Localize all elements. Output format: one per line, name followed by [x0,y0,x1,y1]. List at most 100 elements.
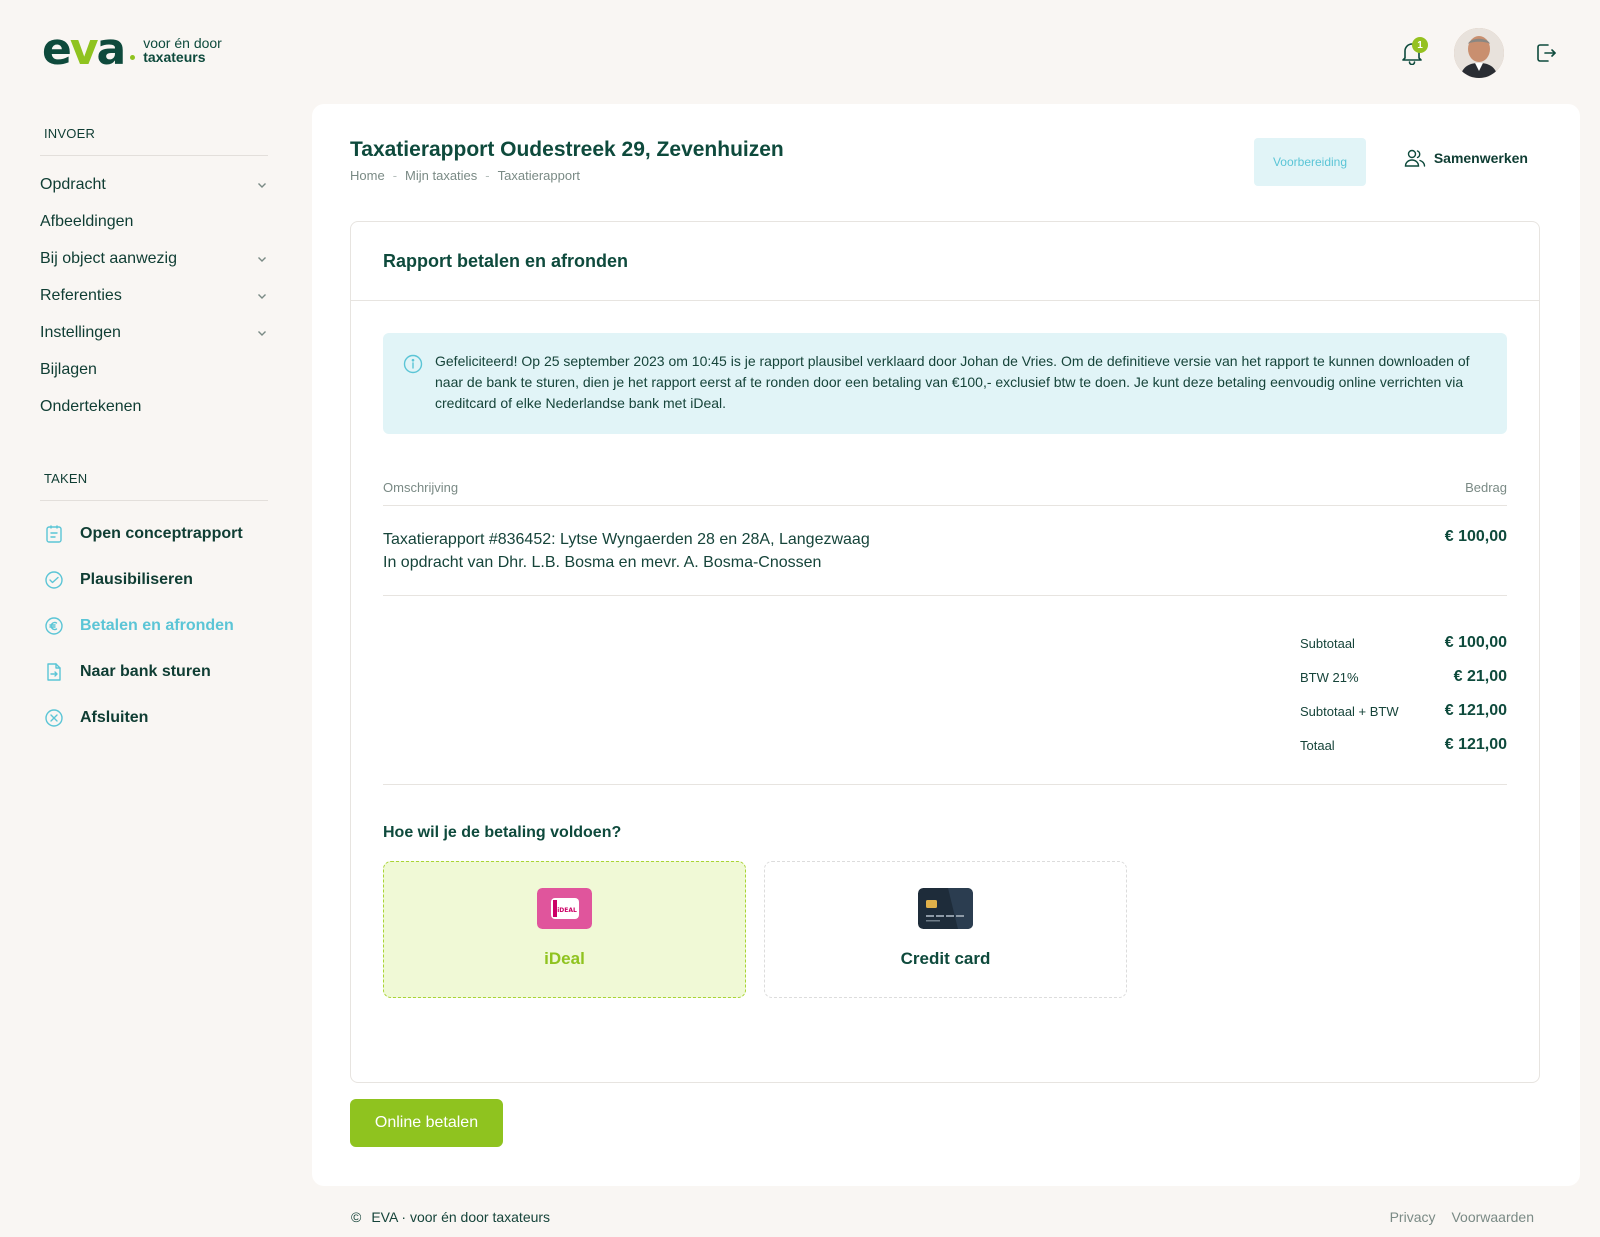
task-afsluiten[interactable]: Afsluiten [40,695,268,741]
breadcrumb-separator: - [392,168,398,183]
credit-card-icon [918,888,973,929]
task-plausibiliseren[interactable]: Plausibiliseren [40,557,268,603]
info-text: Gefeliciteerd! Op 25 september 2023 om 1… [435,353,1470,411]
sidebar-item-label: Opdracht [40,175,106,193]
sidebar: INVOER Opdracht Afbeeldingen Bij object … [40,120,268,741]
panel-title: Rapport betalen en afronden [351,222,1539,301]
payment-option-label: Credit card [900,949,991,968]
sidebar-item-label: Ondertekenen [40,397,142,415]
divider [383,784,1507,785]
logo-tagline: voor én door taxateurs [143,36,222,64]
main-content: Taxatierapport Oudestreek 29, Zevenhuize… [312,104,1580,1186]
total-value: € 121,00 [1444,702,1507,719]
task-betalen-en-afronden[interactable]: Betalen en afronden [40,603,268,649]
payment-option-label: iDeal [544,949,585,968]
sidebar-item-label: Afbeeldingen [40,212,134,230]
sidebar-item-label: Referenties [40,286,122,304]
ideal-icon: iDEAL [537,888,592,929]
online-pay-button[interactable]: Online betalen [350,1099,503,1147]
total-value: € 21,00 [1453,668,1507,685]
total-label: Subtotaal + BTW [1300,703,1399,719]
breadcrumb-current: Taxatierapport [497,168,581,183]
breadcrumb-mijn-taxaties[interactable]: Mijn taxaties [405,168,477,183]
chevron-down-icon [258,293,266,299]
breadcrumb-home[interactable]: Home [350,168,385,183]
row-description-line2: In opdracht van Dhr. L.B. Bosma en mevr.… [383,554,822,571]
sidebar-item-label: Instellingen [40,323,121,341]
task-label: Plausibiliseren [80,571,193,588]
header-actions: 1 [1392,28,1560,78]
sidebar-item-label: Bij object aanwezig [40,249,177,267]
copyright-text: EVA · voor én door taxateurs [371,1209,551,1225]
sidebar-section-taken: TAKEN [40,465,268,501]
sidebar-item-referenties[interactable]: Referenties [40,277,268,314]
close-circle-icon [45,709,63,727]
task-naar-bank-sturen[interactable]: Naar bank sturen [40,649,268,695]
info-alert: Gefeliciteerd! Op 25 september 2023 om 1… [383,333,1507,434]
status-badge: Voorbereiding [1254,138,1366,186]
logo-mark: eva [42,24,126,75]
euro-icon [45,617,63,635]
avatar-image [1454,28,1504,78]
chevron-down-icon [258,256,266,262]
collaborate-button[interactable]: Samenwerken [1404,148,1528,168]
notifications-button[interactable]: 1 [1392,33,1432,73]
chevron-down-icon [258,182,266,188]
info-icon [403,354,423,374]
totals: Subtotaal € 100,00 BTW 21% € 21,00 Subto… [1300,626,1507,762]
task-label: Betalen en afronden [80,617,234,634]
column-header-amount: Bedrag [1465,480,1507,495]
ideal-badge-text: iDEAL [557,907,577,914]
sidebar-section-invoer: INVOER [40,120,268,156]
sidebar-item-opdracht[interactable]: Opdracht [40,166,268,203]
task-label: Naar bank sturen [80,663,211,680]
total-value: € 121,00 [1444,736,1507,753]
sidebar-item-bijlagen[interactable]: Bijlagen [40,351,268,388]
total-value: € 100,00 [1444,634,1507,651]
footer-link-voorwaarden[interactable]: Voorwaarden [1451,1209,1534,1225]
total-line-subtotal-btw: Subtotaal + BTW € 121,00 [1300,694,1507,728]
notification-badge: 1 [1412,37,1428,53]
total-line-subtotal: Subtotaal € 100,00 [1300,626,1507,660]
avatar[interactable] [1454,28,1504,78]
payment-option-ideal[interactable]: iDEAL iDeal [383,861,746,998]
chevron-down-icon [258,330,266,336]
users-icon [1404,149,1426,167]
payment-panel: Rapport betalen en afronden Gefeliciteer… [350,221,1540,1083]
task-label: Afsluiten [80,709,149,726]
sidebar-item-afbeeldingen[interactable]: Afbeeldingen [40,203,268,240]
tagline-line1: voor én door [143,35,222,51]
sidebar-item-label: Bijlagen [40,360,97,378]
sidebar-item-bij-object-aanwezig[interactable]: Bij object aanwezig [40,240,268,277]
task-label: Open conceptrapport [80,525,243,542]
payment-option-credit-card[interactable]: Credit card [764,861,1127,998]
column-header-description: Omschrijving [383,480,459,495]
logout-icon [1537,44,1556,62]
breadcrumb-separator: - [485,168,490,183]
page-title: Taxatierapport Oudestreek 29, Zevenhuize… [350,138,784,161]
total-label: Totaal [1300,737,1335,753]
collaborate-label: Samenwerken [1433,150,1528,166]
row-description: Taxatierapport #836452: Lytse Wyngaerden… [383,528,870,595]
logo-dot [130,54,136,60]
logout-button[interactable] [1532,39,1560,67]
total-line-totaal: Totaal € 121,00 [1300,728,1507,762]
tagline-line2: taxateurs [143,49,206,65]
sidebar-item-ondertekenen[interactable]: Ondertekenen [40,388,268,425]
payment-question: Hoe wil je de betaling voldoen? [383,824,622,841]
sidebar-item-instellingen[interactable]: Instellingen [40,314,268,351]
eva-logo[interactable]: eva voor én door taxateurs [42,24,222,75]
copyright-symbol: © [351,1209,362,1225]
row-description-line1: Taxatierapport #836452: Lytse Wyngaerden… [383,531,870,548]
task-open-conceptrapport[interactable]: Open conceptrapport [40,511,268,557]
table-row: Taxatierapport #836452: Lytse Wyngaerden… [383,528,1507,596]
table-header: Omschrijving Bedrag [383,480,1507,506]
total-label: Subtotaal [1300,635,1355,651]
breadcrumb: Home - Mijn taxaties - Taxatierapport [350,168,580,183]
footer-link-privacy[interactable]: Privacy [1390,1209,1436,1225]
footer-copyright: © EVA · voor én door taxateurs [351,1209,550,1225]
check-circle-icon [45,571,63,589]
total-label: BTW 21% [1300,669,1359,685]
row-amount: € 100,00 [1444,528,1507,545]
footer-links: Privacy Voorwaarden [1390,1209,1534,1225]
